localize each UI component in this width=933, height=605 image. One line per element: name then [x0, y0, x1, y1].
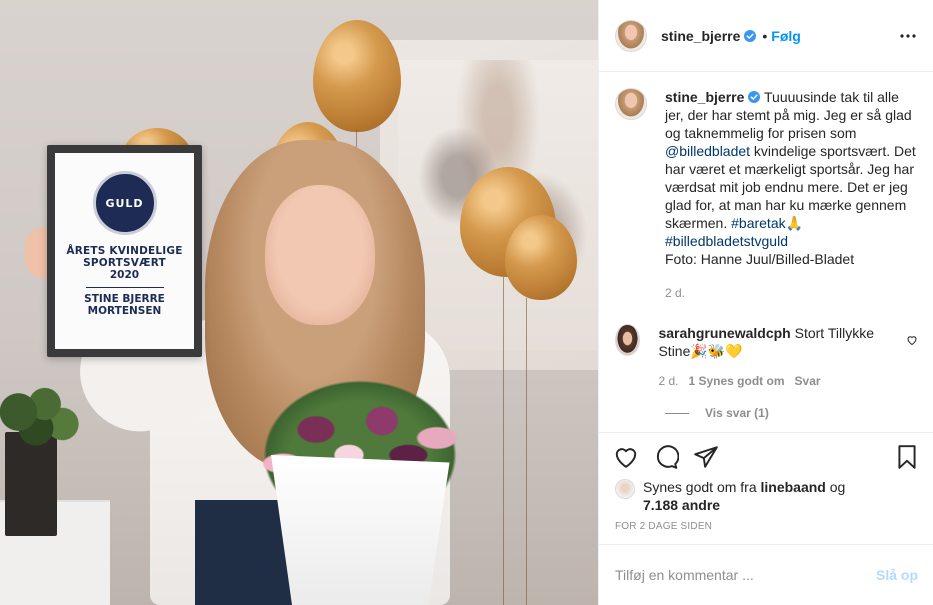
caption: stine_bjerre Tuuuusinde tak til alle jer… — [615, 88, 918, 302]
add-comment-bar: Slå op — [599, 544, 933, 605]
award-title: ÅRETS KVINDELIGE SPORTSVÆRT — [66, 245, 182, 269]
award-certificate: GULD ÅRETS KVINDELIGE SPORTSVÆRT 2020 ST… — [55, 153, 194, 349]
award-name-line: MORTENSEN — [87, 305, 162, 317]
hashtag-link[interactable]: #baretak — [731, 215, 785, 231]
balloon-string — [526, 298, 527, 605]
award-name-line: STINE BJERRE — [84, 293, 165, 305]
post-header: stine_bjerre • Følg — [599, 0, 933, 72]
likes-summary: Synes godt om fra linebaand og 7.188 and… — [615, 478, 915, 514]
author-avatar[interactable] — [615, 19, 647, 52]
award-title-line: SPORTSVÆRT — [83, 257, 166, 269]
save-bookmark-icon[interactable] — [894, 444, 920, 470]
award-badge: GULD — [105, 196, 144, 210]
balloon — [505, 215, 577, 300]
likes-others-count[interactable]: 7.188 andre — [643, 497, 720, 513]
post-photo[interactable]: GULD ÅRETS KVINDELIGE SPORTSVÆRT 2020 ST… — [0, 0, 598, 605]
action-bar — [599, 432, 933, 480]
mention-link[interactable]: @billedbladet — [665, 143, 750, 159]
comment-like-heart-icon[interactable] — [906, 334, 918, 346]
comment-emojis: 🎉🐝💛 — [690, 343, 743, 359]
reply-button[interactable]: Svar — [795, 374, 821, 388]
follow-button[interactable]: Følg — [771, 28, 801, 44]
pray-emoji: 🙏 — [785, 215, 804, 231]
commenter-username[interactable]: sarahgrunewaldcph — [658, 325, 790, 341]
caption-avatar[interactable] — [615, 88, 647, 120]
liker-username[interactable]: linebaand — [761, 479, 826, 495]
liker-avatar[interactable] — [615, 479, 635, 499]
verified-badge-icon — [744, 29, 757, 42]
caption-username[interactable]: stine_bjerre — [665, 89, 744, 105]
balloon-string — [503, 277, 504, 605]
more-options-icon[interactable] — [898, 26, 918, 46]
award-year: 2020 — [109, 269, 140, 281]
comment-time[interactable]: 2 d. — [658, 374, 678, 388]
award-divider — [85, 287, 164, 288]
caption-body: stine_bjerre Tuuuusinde tak til alle jer… — [665, 88, 918, 302]
comment: sarahgrunewaldcph Stort Tillykke Stine🎉🐝… — [615, 324, 918, 390]
separator-dot: • — [762, 27, 768, 44]
award-frame: GULD ÅRETS KVINDELIGE SPORTSVÆRT 2020 ST… — [47, 145, 202, 357]
likes-conjunction: og — [825, 479, 846, 495]
commenter-avatar[interactable] — [615, 324, 641, 356]
post-sidebar: stine_bjerre • Følg stine_bjerre Tuuuusi… — [598, 0, 933, 605]
post-timestamp[interactable]: FOR 2 DAGE SIDEN — [615, 521, 712, 532]
balloon — [313, 20, 401, 132]
person-face — [265, 185, 375, 325]
likes-text: Synes godt om fra linebaand og 7.188 and… — [643, 478, 845, 514]
verified-badge-icon — [748, 91, 761, 103]
comment-body: sarahgrunewaldcph Stort Tillykke Stine🎉🐝… — [658, 324, 896, 390]
award-title-line: ÅRETS KVINDELIGE — [66, 245, 183, 257]
instagram-post: GULD ÅRETS KVINDELIGE SPORTSVÆRT 2020 ST… — [0, 0, 933, 605]
view-replies-button[interactable]: Vis svar (1) — [665, 406, 918, 420]
award-logo: GULD — [92, 171, 157, 235]
likes-prefix: Synes godt om fra — [643, 479, 761, 495]
comment-bubble-icon[interactable] — [653, 444, 679, 470]
photo-credit: Foto: Hanne Juul/Billed-Bladet — [665, 251, 855, 267]
post-comment-button[interactable]: Slå op — [876, 567, 918, 583]
author-username[interactable]: stine_bjerre — [661, 28, 740, 44]
view-replies-label: Vis svar (1) — [705, 406, 769, 420]
comment-input[interactable] — [615, 567, 876, 583]
share-paper-plane-icon[interactable] — [693, 444, 719, 470]
view-replies-line — [665, 412, 689, 414]
comment-likes[interactable]: 1 Synes godt om — [688, 374, 784, 388]
plant — [0, 372, 80, 452]
award-recipient: STINE BJERRE MORTENSEN — [84, 293, 165, 317]
like-heart-icon[interactable] — [613, 444, 639, 470]
hashtag-link[interactable]: #billedbladetstvguld — [665, 233, 788, 249]
comments-section[interactable]: stine_bjerre Tuuuusinde tak til alle jer… — [599, 72, 933, 432]
caption-time[interactable]: 2 d. — [665, 284, 918, 302]
comment-meta: 2 d. 1 Synes godt om Svar — [658, 372, 896, 390]
